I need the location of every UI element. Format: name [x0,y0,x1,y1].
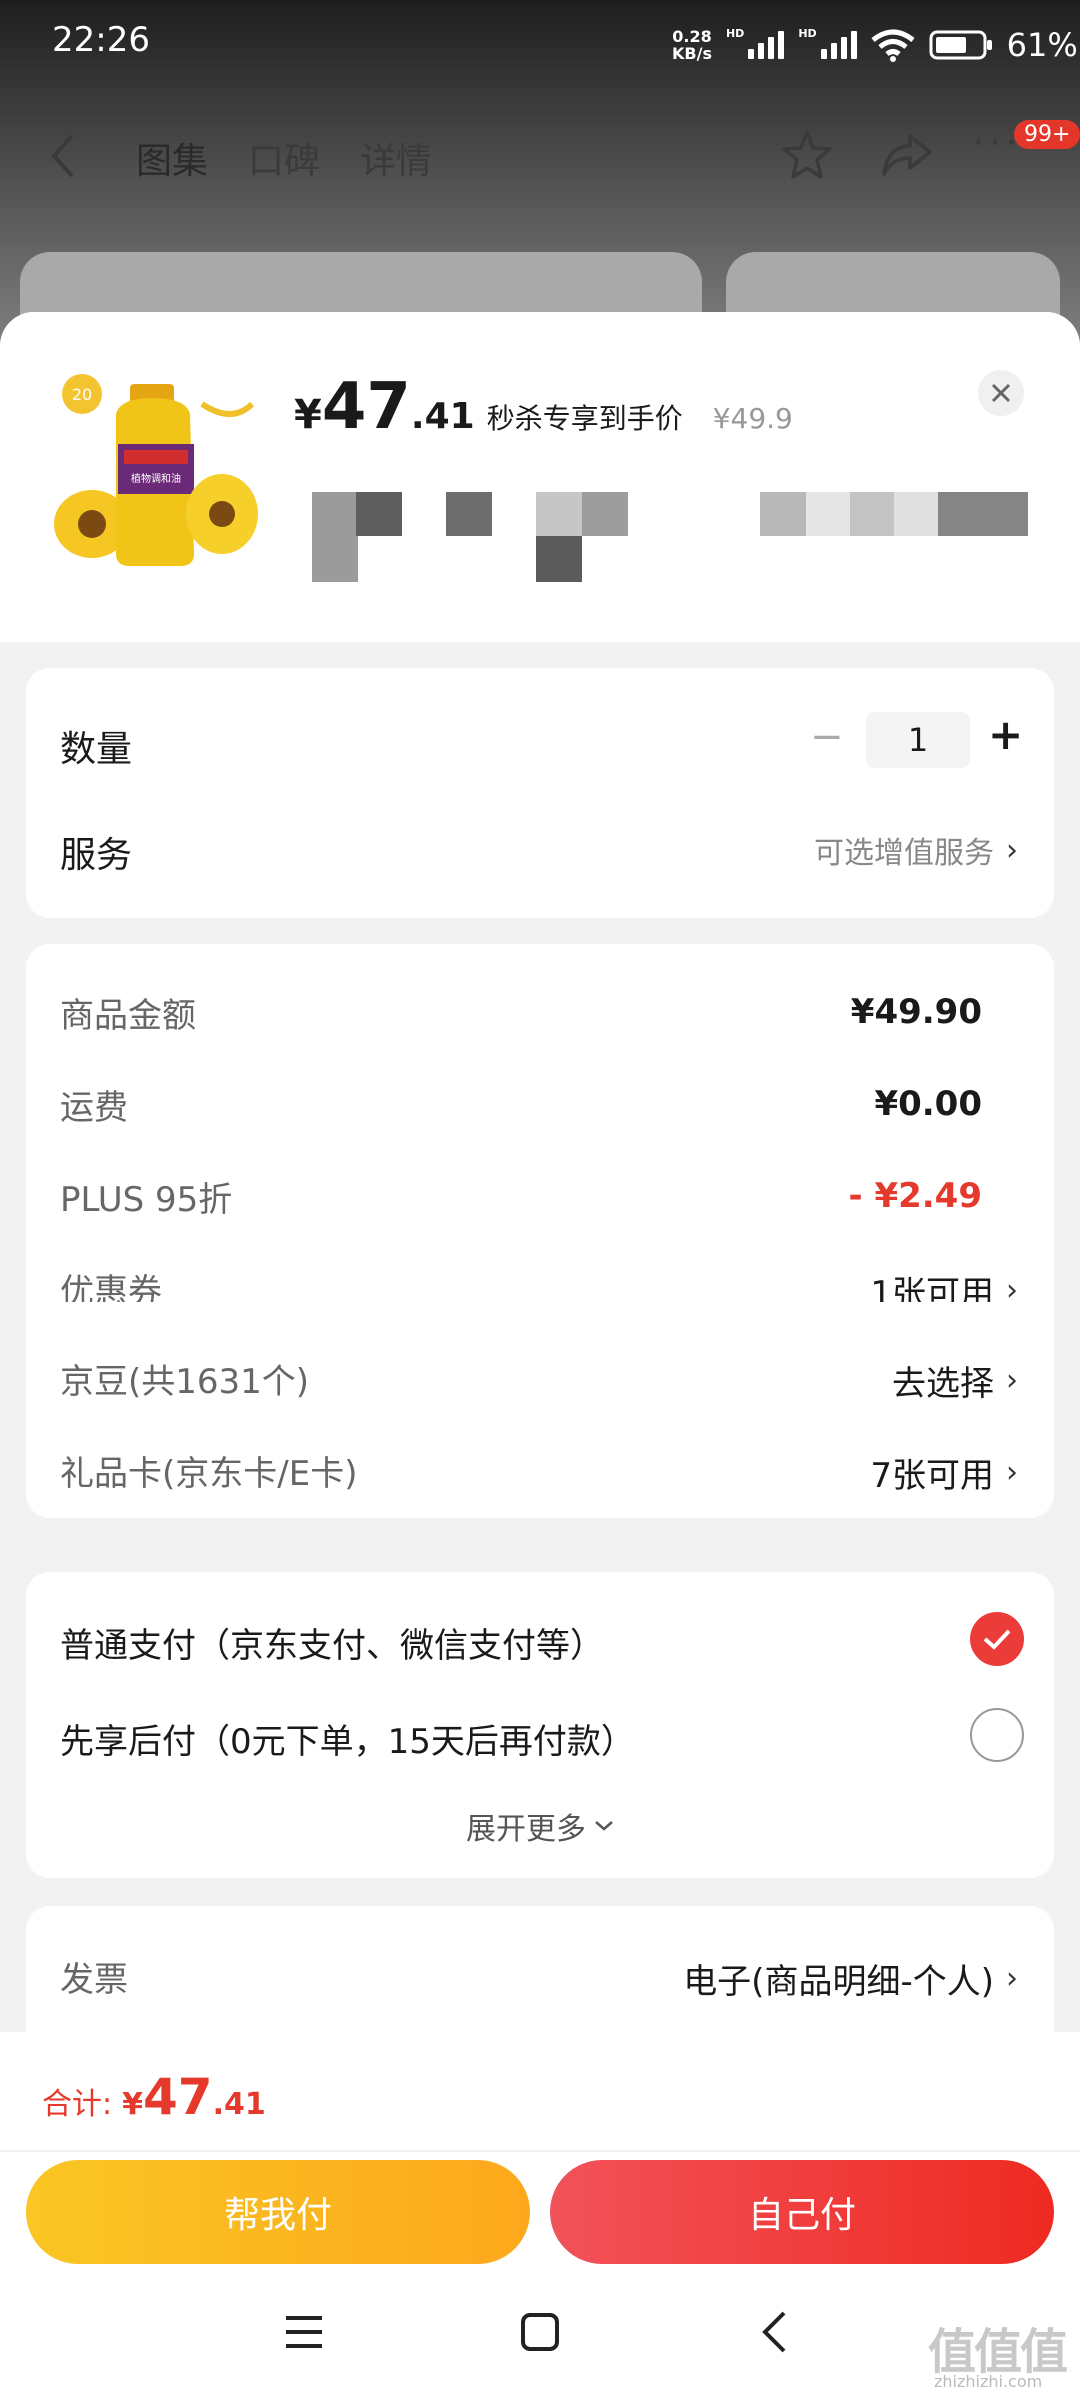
hd-label: HD [725,26,745,40]
message-badge: 99+ [1014,120,1080,149]
service-value: 可选增值服务 [814,836,994,871]
jingdou-label: 京豆(共1631个) [60,1362,310,1402]
order-sheet: 20 植物调和油 ¥ 47 .41 秒杀专享到手价 ¥49.9 数量 − 1 +… [0,312,1080,2032]
nav-tabs: 图集 口碑 详情 [136,132,432,184]
chevron-right-icon: › [1006,1455,1018,1490]
quantity-service-card: 数量 − 1 + 服务 可选增值服务 › [26,668,1054,918]
payment-card: 普通支付（京东支付、微信支付等） 先享后付（0元下单，15天后再付款） 展开更多 [26,1572,1054,1878]
goods-amount-label: 商品金额 [60,996,196,1036]
total-integer: 47 [142,2068,213,2126]
product-image: 20 植物调和油 [52,364,264,574]
sheet-header: 20 植物调和油 ¥ 47 .41 秒杀专享到手价 ¥49.9 [0,312,1080,642]
invoice-label: 发票 [60,1960,128,2000]
total-price: 合计: ¥ 47 .41 [42,2068,266,2126]
giftcard-select[interactable]: 7张可用 › [870,1448,1018,1497]
service-label: 服务 [60,835,133,876]
check-icon [983,1629,1011,1650]
payment-option-normal-label: 普通支付（京东支付、微信支付等） [60,1626,604,1666]
share-icon[interactable] [880,130,934,180]
jingdou-select[interactable]: 去选择 › [892,1356,1018,1405]
menu-icon[interactable] [284,2314,324,2350]
quantity-plus-button[interactable]: + [988,710,1023,759]
quantity-minus-button[interactable]: − [810,714,844,760]
divider [0,2150,1080,2152]
giftcard-value: 7张可用 [870,1456,994,1496]
price-tag: 秒杀专享到手价 [486,402,683,435]
expand-more-button[interactable]: 展开更多 [26,1804,1054,1848]
bottom-action-bar: 合计: ¥ 47 .41 帮我付 自己付 值值值 zhizhizhi.com [0,2032,1080,2400]
close-icon [991,383,1011,403]
plus-discount-label: PLUS 95折 [60,1180,233,1220]
price-breakdown-card-lower: 京豆(共1631个) 去选择 › 礼品卡(京东卡/E卡) 7张可用 › [26,1302,1054,1518]
chevron-right-icon: › [1006,1961,1018,1996]
price-decimal: .41 [410,396,475,437]
svg-text:20: 20 [72,385,92,404]
payment-option-later-label: 先享后付（0元下单，15天后再付款） [60,1722,635,1762]
battery-icon [929,30,992,60]
quantity-input[interactable]: 1 [866,712,970,768]
tab-reviews[interactable]: 口碑 [248,132,320,184]
status-icons: 0.28 KB/s HD HD 61% [672,26,1078,64]
battery-level: 61% [1006,26,1078,64]
chevron-down-icon [595,1821,613,1831]
signal-icon [748,31,785,59]
shipping-value: ¥0.00 [874,1084,982,1124]
shipping-label: 运费 [60,1088,128,1128]
payment-option-later-radio[interactable] [970,1708,1024,1762]
invoice-value: 电子(商品明细-个人) [683,1962,994,2002]
watermark-url: zhizhizhi.com [934,2372,1043,2391]
quantity-label: 数量 [60,729,133,770]
chevron-right-icon: › [1006,832,1018,868]
help-pay-button[interactable]: 帮我付 [26,2160,530,2264]
total-currency: ¥ [122,2087,143,2122]
goods-amount-value: ¥49.90 [850,992,982,1032]
back-icon[interactable] [48,132,78,180]
jingdou-value: 去选择 [892,1364,994,1404]
chevron-right-icon: › [1006,1363,1018,1398]
home-icon[interactable] [520,2312,560,2352]
tab-details[interactable]: 详情 [360,132,432,184]
tab-gallery[interactable]: 图集 [136,132,208,184]
total-decimal: .41 [212,2087,266,2122]
close-button[interactable] [978,370,1024,416]
address-card-edge [26,604,1054,640]
price-breakdown-card: 商品金额 ¥49.90 运费 ¥0.00 PLUS 95折 - ¥2.49 优惠… [26,944,1054,1336]
star-icon[interactable] [780,128,834,182]
plus-discount-value: - ¥2.49 [848,1176,983,1216]
hd-label-2: HD [798,26,817,40]
net-speed: 0.28 KB/s [672,27,712,63]
back-nav-icon[interactable] [760,2310,788,2354]
self-pay-button[interactable]: 自己付 [550,2160,1054,2264]
price-integer: 47 [321,370,411,444]
signal-icon-2 [820,31,857,59]
payment-option-normal-radio[interactable] [970,1612,1024,1666]
oil-bottle-image: 20 植物调和油 [54,374,258,566]
svg-text:植物调和油: 植物调和油 [131,472,181,485]
expand-more-label: 展开更多 [466,1812,586,1847]
giftcard-label: 礼品卡(京东卡/E卡) [60,1454,358,1494]
status-time: 22:26 [52,20,150,60]
price-row: ¥ 47 .41 秒杀专享到手价 ¥49.9 [294,370,793,444]
invoice-select[interactable]: 电子(商品明细-个人) › [683,1954,1018,2003]
service-select[interactable]: 可选增值服务 › [814,828,1018,872]
wifi-icon [871,29,915,62]
invoice-card[interactable]: 发票 电子(商品明细-个人) › [26,1906,1054,2032]
total-label: 合计: [42,2087,113,2122]
original-price: ¥49.9 [712,402,793,435]
price-currency: ¥ [294,392,322,438]
